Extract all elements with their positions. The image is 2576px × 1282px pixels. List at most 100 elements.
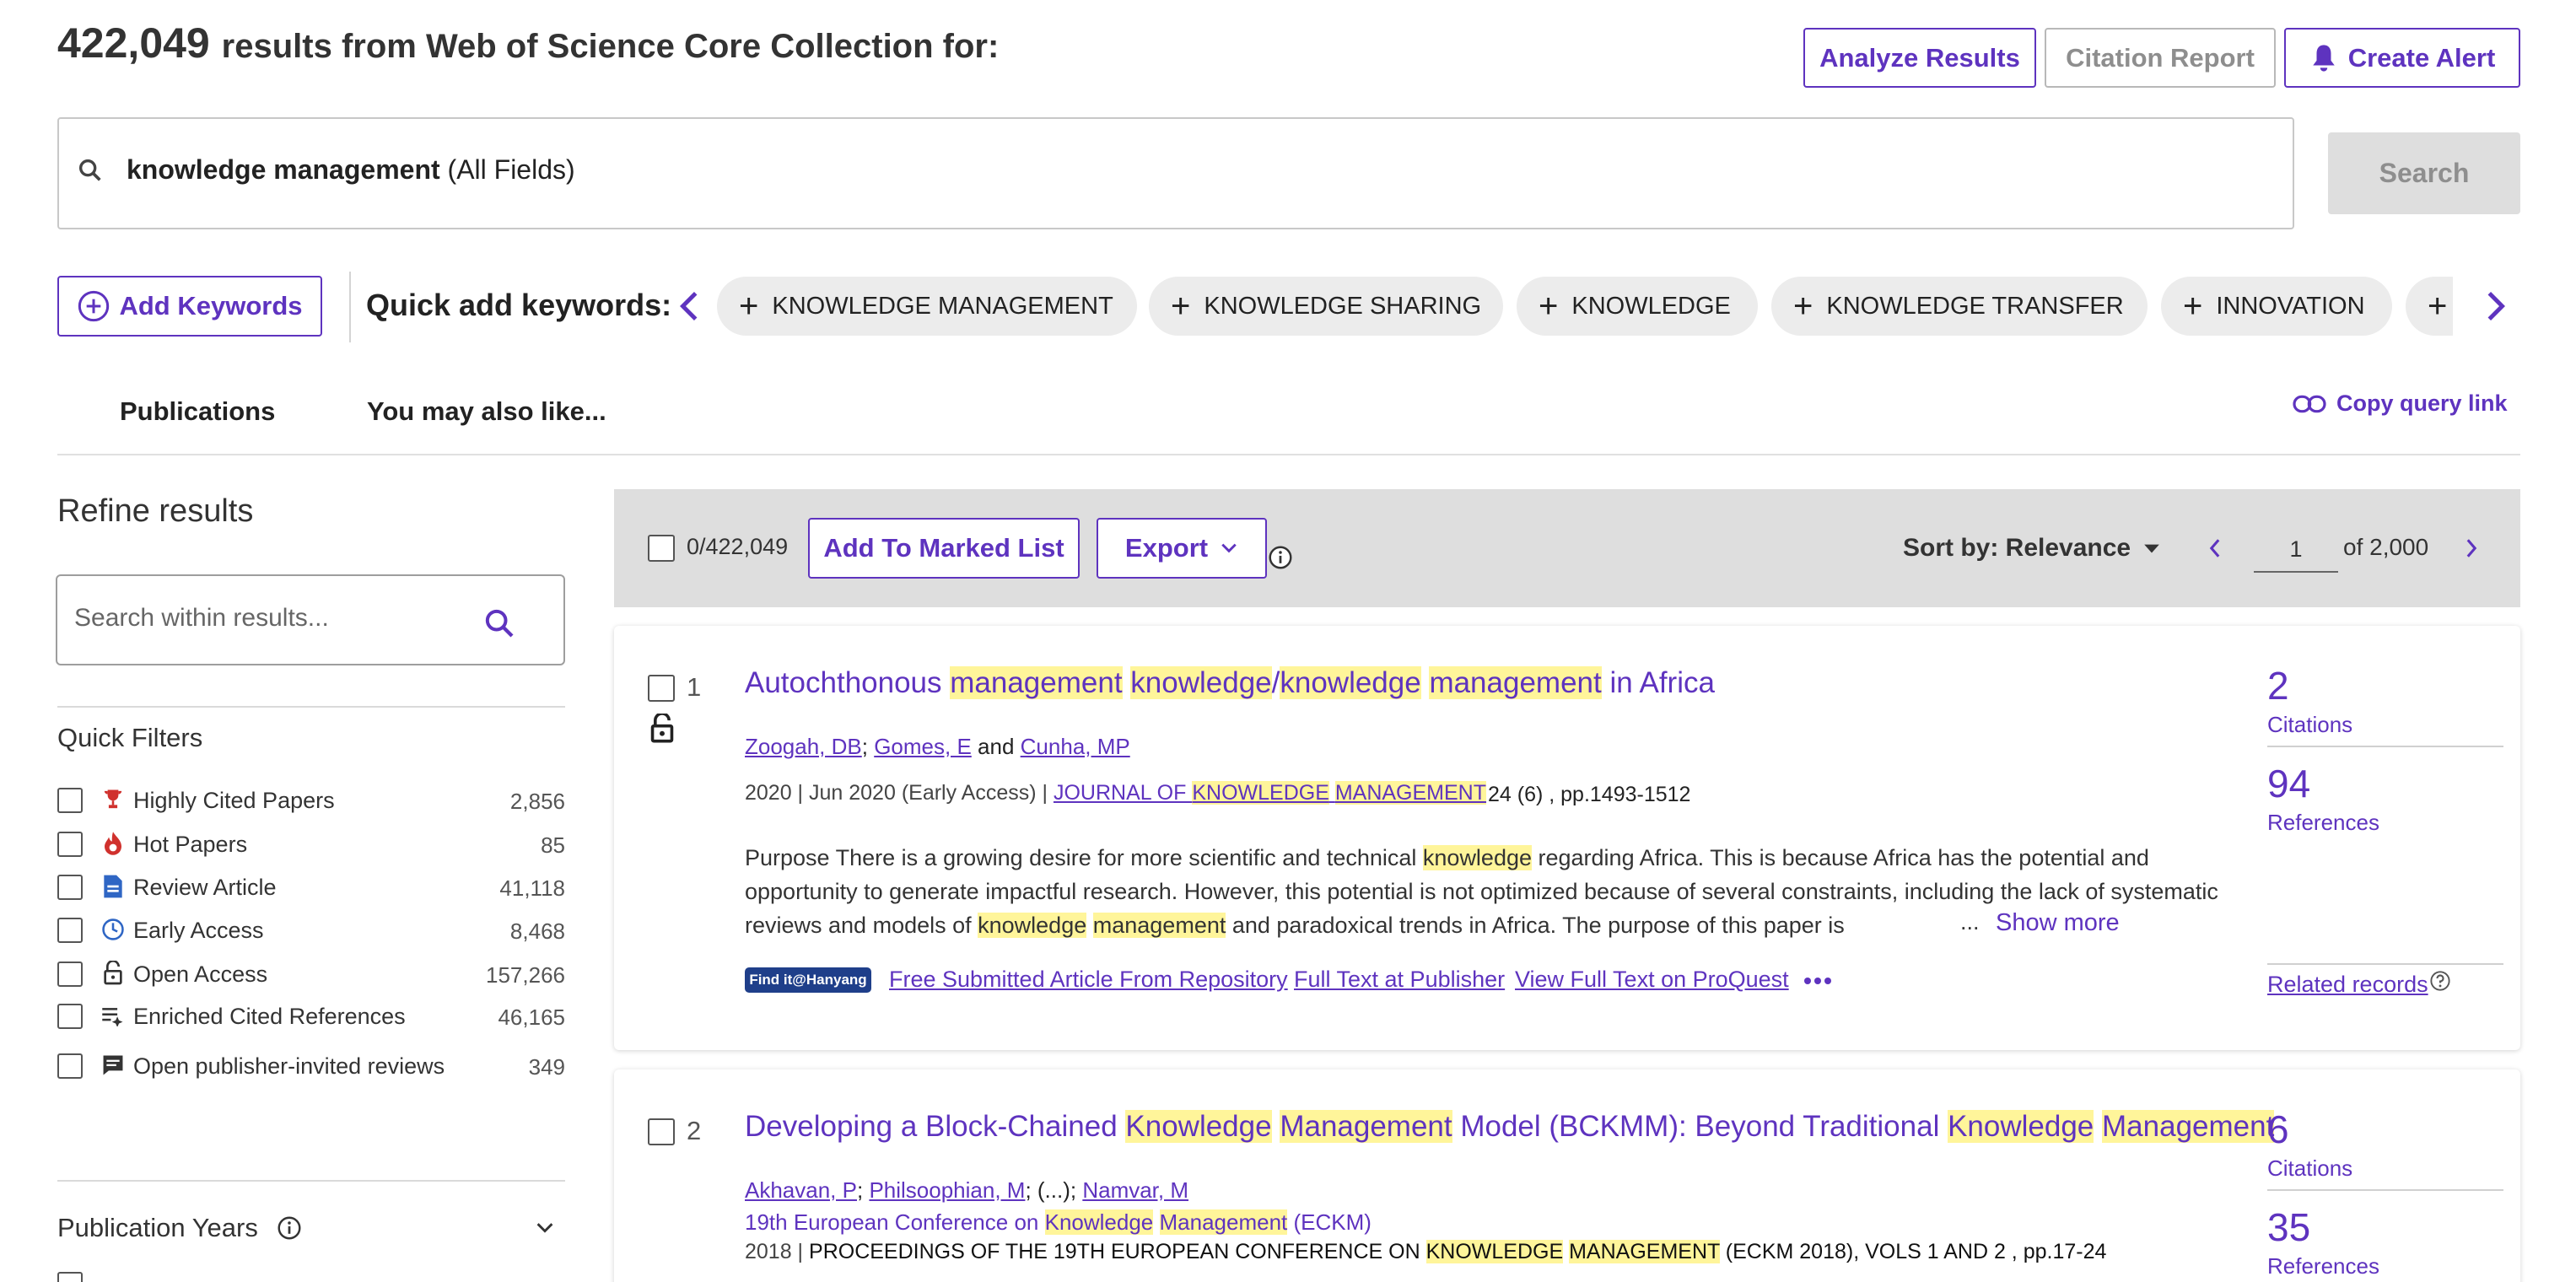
divider [2267,746,2503,747]
quick-filters-title: Quick Filters [57,723,203,752]
conference-text [1153,1209,1159,1235]
result-checkbox[interactable] [648,1118,675,1145]
citations-count[interactable]: 2 [2267,663,2289,708]
export-button[interactable]: Export [1097,518,1267,579]
author-link[interactable]: Philsoophian, M [869,1177,1025,1203]
copy-query-label: Copy query link [2336,391,2508,416]
filter-enriched-cited-references[interactable]: Enriched Cited References 46,165 [57,1000,565,1034]
chevron-left-icon[interactable] [675,288,707,328]
next-page-icon[interactable] [2463,536,2480,564]
filter-open-publisher-reviews[interactable]: Open publisher-invited reviews 349 [57,1050,565,1084]
more-options-icon[interactable] [1803,975,1832,990]
export-label: Export [1124,533,1209,563]
proceedings-highlight: MANAGEMENT [1569,1240,1720,1263]
conference-link[interactable]: 19th European Conference on Knowledge Ma… [745,1209,1372,1236]
author-link[interactable]: Gomes, E [874,734,972,759]
citation-report-button[interactable]: Citation Report [2045,28,2276,88]
search-button[interactable]: Search [2328,132,2520,214]
search-query-box[interactable]: knowledge management (All Fields) [57,117,2294,229]
proquest-link[interactable]: View Full Text on ProQuest [1515,967,1789,993]
keyword-chip[interactable]: + INNOVATION [2161,277,2392,336]
previous-page-icon[interactable] [2207,536,2223,564]
title-highlight: knowledge [1130,666,1272,699]
conference-text: (ECKM) [1287,1209,1372,1235]
chevron-down-icon[interactable] [535,1220,555,1241]
checkbox[interactable] [57,918,83,943]
results-count: 422,049 [57,19,210,67]
sort-by-dropdown[interactable]: Sort by: Relevance [1903,534,2161,563]
divider [57,1180,565,1182]
related-records-link[interactable]: Related records [2267,972,2428,998]
author-link[interactable]: Zoogah, DB [745,734,862,759]
result-date: 2020 | Jun 2020 (Early Access) | [745,781,1054,805]
plus-icon: + [2183,288,2203,325]
show-more-link[interactable]: Show more [1996,909,2120,937]
search-icon [76,156,105,189]
add-to-marked-list-button[interactable]: Add To Marked List [808,518,1080,579]
references-count[interactable]: 35 [2267,1204,2310,1250]
citations-label: Citations [2267,1155,2353,1181]
proceedings-text: PROCEEDINGS OF THE 19TH EUROPEAN CONFERE… [809,1240,1426,1263]
checkbox[interactable] [57,1053,83,1079]
chevron-down-icon [1220,541,1238,555]
filter-open-access[interactable]: Open Access 157,266 [57,958,565,992]
plus-icon: + [1793,288,1813,325]
search-within-input[interactable]: Search within results... [56,574,565,665]
copy-query-link[interactable]: Copy query link [2293,391,2508,417]
checkbox[interactable] [57,962,83,987]
select-all-checkbox[interactable] [648,535,675,562]
checkbox[interactable] [57,788,83,813]
help-icon[interactable] [2429,970,2451,996]
publication-years-header[interactable]: Publication Years [57,1213,302,1243]
checkbox[interactable] [57,1004,83,1029]
result-authors: Akhavan, P; Philsoophian, M; (...); Namv… [745,1177,1189,1203]
free-article-link[interactable]: Free Submitted Article From Repository [889,967,1288,993]
checkbox[interactable] [57,832,83,857]
title-text [1123,666,1131,699]
filter-highly-cited[interactable]: Highly Cited Papers 2,856 [57,784,565,818]
page-number-input[interactable]: 1 [2254,526,2338,573]
filter-hot-papers[interactable]: Hot Papers 85 [57,828,565,862]
tab-you-may-also-like[interactable]: You may also like... [367,396,606,427]
keyword-chip[interactable]: + KNOWLEDGE TRANSFER [1771,277,2148,336]
keyword-chip-partial[interactable]: + [2406,277,2453,336]
journal-highlight: MANAGEMENT [1334,781,1487,805]
references-count[interactable]: 94 [2267,761,2310,806]
filter-count: 2,856 [509,789,565,814]
filter-review-article[interactable]: Review Article 41,118 [57,871,565,905]
result-checkbox[interactable] [648,675,675,702]
plus-icon: + [1171,288,1191,325]
title-highlight: Knowledge [1948,1110,2094,1143]
result-title[interactable]: Developing a Block-Chained Knowledge Man… [745,1110,2275,1144]
analyze-results-button[interactable]: Analyze Results [1803,28,2036,88]
checkbox[interactable] [57,1272,83,1282]
info-icon[interactable] [1268,545,1293,574]
keyword-chip[interactable]: + KNOWLEDGE [1517,277,1758,336]
abstract-ellipsis: ... [1960,909,1980,935]
filter-count: 41,118 [499,875,565,901]
author-link[interactable]: Cunha, MP [1021,734,1130,759]
create-alert-button[interactable]: Create Alert [2284,28,2520,88]
result-title[interactable]: Autochthonous management knowledge/knowl… [745,666,1715,700]
chevron-right-icon[interactable] [2478,288,2510,328]
result-date: 2018 | [745,1240,810,1263]
add-keywords-button[interactable]: Add Keywords [57,276,322,337]
author-link[interactable]: Namvar, M [1082,1177,1188,1203]
find-it-hanyang-logo[interactable]: Find it@Hanyang [745,967,871,993]
full-text-publisher-link[interactable]: Full Text at Publisher [1294,967,1505,993]
info-icon[interactable] [277,1215,302,1241]
filter-early-access[interactable]: Early Access 8,468 [57,914,565,948]
quick-add-label: Quick add keywords: [366,288,672,322]
keyword-chip[interactable]: + KNOWLEDGE SHARING [1149,277,1503,336]
checkbox[interactable] [57,875,83,900]
search-icon[interactable] [482,606,516,644]
results-toolbar: 0/422,049 Add To Marked List Export Sort… [614,489,2520,607]
title-highlight: management [950,666,1123,699]
keyword-chip-label: INNOVATION [2216,292,2365,320]
journal-link[interactable]: JOURNAL OF KNOWLEDGE MANAGEMENT [1054,781,1487,805]
author-link[interactable]: Akhavan, P [745,1177,857,1203]
tab-publications[interactable]: Publications [120,396,275,427]
proceedings-title: PROCEEDINGS OF THE 19TH EUROPEAN CONFERE… [809,1240,2106,1263]
keyword-chip[interactable]: + KNOWLEDGE MANAGEMENT [717,277,1137,336]
citations-count[interactable]: 6 [2267,1107,2289,1152]
